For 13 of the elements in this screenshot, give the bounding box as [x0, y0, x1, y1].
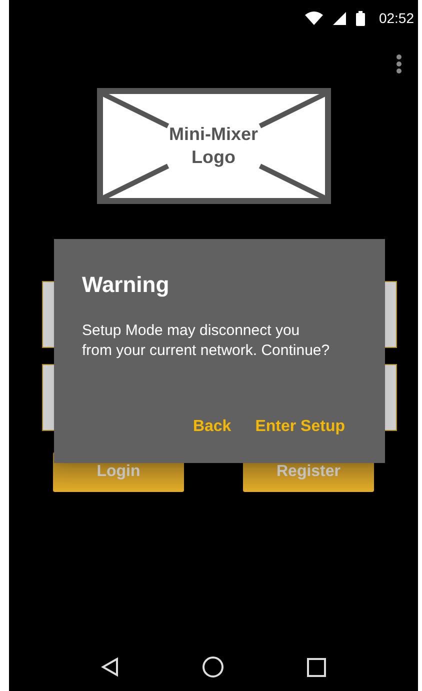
- dialog-button[interactable]: Back: [192, 415, 232, 439]
- signal-icon: [332, 12, 346, 24]
- status-time: 02:52: [378, 8, 414, 28]
- dialog-message: Setup Mode may disconnect you from your current network. Continue?: [82, 321, 331, 361]
- battery-icon: [356, 10, 365, 26]
- wifi-icon: [304, 11, 323, 25]
- recents-icon[interactable]: [307, 658, 326, 676]
- dialog-button[interactable]: Enter Setup: [255, 415, 345, 439]
- dialog-title: Warning: [82, 271, 170, 299]
- home-icon[interactable]: [202, 656, 224, 678]
- logo-text: Mini-Mixer Logo: [168, 123, 258, 169]
- back-icon[interactable]: [100, 657, 119, 677]
- overflow-menu-icon[interactable]: [396, 54, 402, 74]
